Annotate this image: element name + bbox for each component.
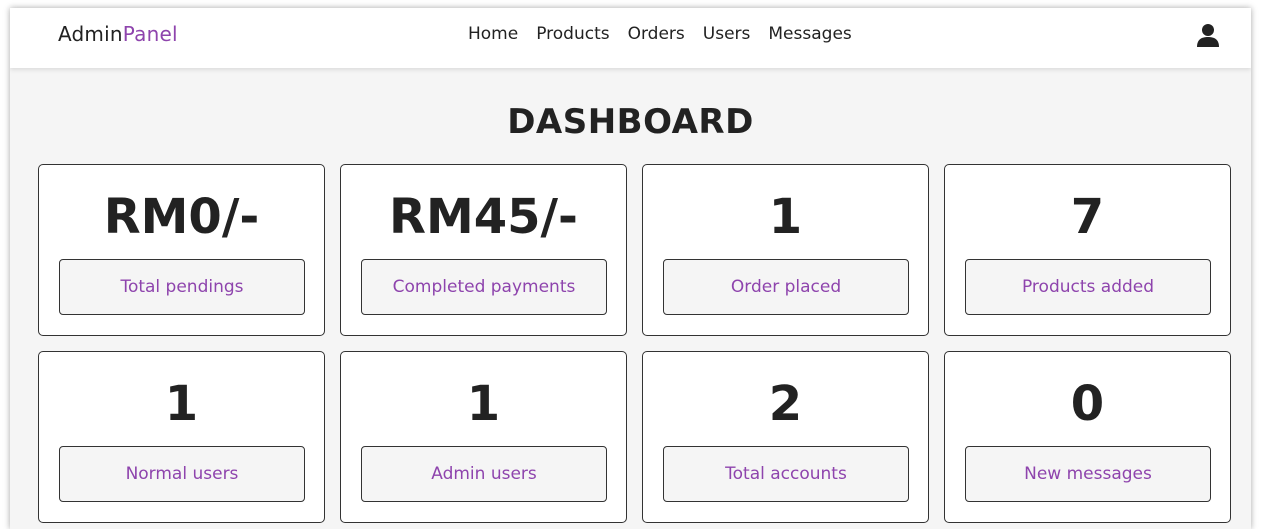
logo[interactable]: AdminPanel — [58, 22, 178, 46]
stat-value: 1 — [768, 189, 803, 245]
stat-card-new-messages: 0 New messages — [944, 351, 1231, 523]
nav-users-link[interactable]: Users — [703, 24, 751, 44]
stats-grid: RM0/- Total pendings RM45/- Completed pa… — [38, 164, 1231, 523]
stat-card-products-added: 7 Products added — [944, 164, 1231, 336]
stat-card-order-placed: 1 Order placed — [642, 164, 929, 336]
nav-products-link[interactable]: Products — [536, 24, 609, 44]
app-window: AdminPanel Home Products Orders Users Me… — [10, 8, 1251, 529]
stat-value: 2 — [768, 376, 803, 432]
header: AdminPanel Home Products Orders Users Me… — [10, 8, 1251, 68]
admin-users-button[interactable]: Admin users — [361, 446, 607, 502]
stat-value: RM0/- — [103, 189, 260, 245]
nav-home-link[interactable]: Home — [468, 24, 518, 44]
total-accounts-button[interactable]: Total accounts — [663, 446, 909, 502]
nav-messages-link[interactable]: Messages — [768, 24, 851, 44]
stat-value: 0 — [1070, 376, 1105, 432]
stat-card-total-pendings: RM0/- Total pendings — [38, 164, 325, 336]
user-icon[interactable] — [1195, 22, 1221, 48]
products-added-button[interactable]: Products added — [965, 259, 1211, 315]
stat-value: RM45/- — [389, 189, 578, 245]
total-pendings-button[interactable]: Total pendings — [59, 259, 305, 315]
order-placed-button[interactable]: Order placed — [663, 259, 909, 315]
stat-card-total-accounts: 2 Total accounts — [642, 351, 929, 523]
normal-users-button[interactable]: Normal users — [59, 446, 305, 502]
stat-value: 1 — [164, 376, 199, 432]
main-nav: Home Products Orders Users Messages — [468, 24, 870, 44]
stat-value: 1 — [466, 376, 501, 432]
stat-card-admin-users: 1 Admin users — [340, 351, 627, 523]
logo-accent: Panel — [122, 22, 178, 46]
stat-value: 7 — [1070, 189, 1105, 245]
logo-main: Admin — [58, 22, 123, 46]
completed-payments-button[interactable]: Completed payments — [361, 259, 607, 315]
new-messages-button[interactable]: New messages — [965, 446, 1211, 502]
stat-card-normal-users: 1 Normal users — [38, 351, 325, 523]
page-title: DASHBOARD — [507, 102, 754, 142]
stat-card-completed-payments: RM45/- Completed payments — [340, 164, 627, 336]
nav-orders-link[interactable]: Orders — [628, 24, 685, 44]
